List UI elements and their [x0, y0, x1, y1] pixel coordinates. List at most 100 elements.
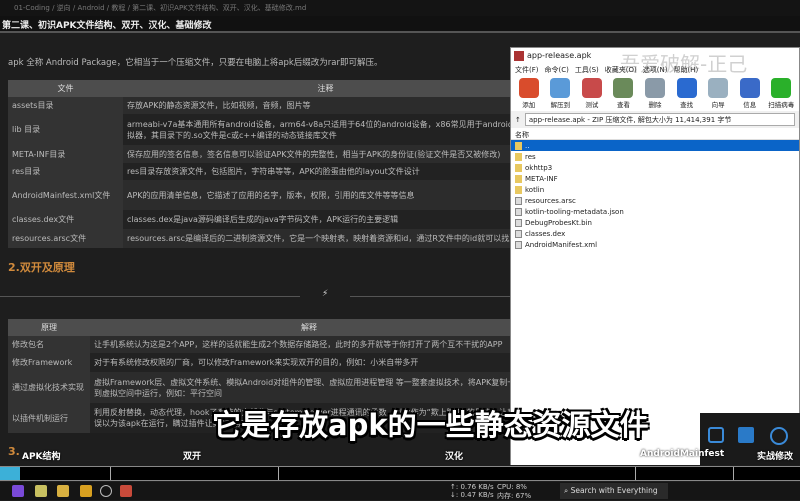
tool-label: 添加: [522, 101, 536, 109]
toolbar-button[interactable]: 查看: [610, 78, 638, 109]
toolbar-button[interactable]: 测试: [578, 78, 606, 109]
folder-icon[interactable]: [57, 485, 69, 497]
chapter-marker: [278, 467, 279, 480]
tool-label: 测试: [585, 101, 599, 109]
menu-item[interactable]: 文件(F): [515, 66, 539, 74]
chapter-marker: [733, 467, 734, 480]
tool-icon: [581, 78, 602, 98]
menu-item[interactable]: 命令(C): [545, 66, 569, 74]
tool-label: 查找: [680, 101, 694, 109]
up-arrow-icon[interactable]: ↑: [515, 116, 521, 124]
chapter-label[interactable]: 实战修改: [757, 449, 793, 462]
file-item[interactable]: kotlin: [511, 184, 799, 195]
cell-name: 修改包名: [8, 336, 90, 353]
winrar-icon: [514, 51, 524, 61]
column-header[interactable]: 解释: [90, 319, 528, 336]
cell-description: 虚拟Framework层、虚拟文件系统、模拟Android对组件的管理、虚拟应用…: [90, 372, 528, 403]
watermark: 吾爱破解-正己: [620, 52, 748, 76]
column-header-name[interactable]: 名称: [511, 128, 799, 140]
toolbar-button[interactable]: 删除: [641, 78, 669, 109]
cell-description: classes.dex是java源码编译后生成的java字节码文件，APK运行的…: [123, 210, 528, 229]
file-icon: [515, 240, 522, 249]
chapter-label[interactable]: AndroidMainfest: [640, 449, 724, 459]
tool-icon: [613, 78, 634, 98]
cell-name: AndroidMainfest.xml文件: [8, 180, 123, 210]
table-row: res目录 res目录存放资源文件，包括图片，字符串等等，APK的脸蛋由他的lay…: [8, 163, 528, 180]
folder-icon: [515, 185, 522, 194]
table-row: resources.arsc文件 resources.arsc是编译后的二进制资源…: [8, 229, 528, 248]
file-item[interactable]: res: [511, 151, 799, 162]
file-item[interactable]: AndroidManifest.xml: [511, 239, 799, 250]
folder-icon: [515, 174, 522, 183]
winrar-taskbar-icon[interactable]: [120, 485, 132, 497]
chapter-label[interactable]: 双开: [183, 449, 201, 462]
app-icon[interactable]: [12, 485, 24, 497]
file-name: AndroidManifest.xml: [525, 240, 598, 249]
toolbar-button[interactable]: 扫描病毒: [768, 78, 796, 109]
bolt-icon: ⚡: [322, 289, 329, 299]
table-row: lib 目录 armeabi-v7a基本通用所有android设备，arm64-v…: [8, 114, 528, 145]
toolbar: 添加 解压到 测试 查看 删除 查找 向导 信息 扫描病毒: [511, 76, 799, 111]
file-name: DebugProbesKt.bin: [525, 218, 592, 227]
file-item[interactable]: META-INF: [511, 173, 799, 184]
film-icon[interactable]: [770, 427, 788, 445]
search-box[interactable]: ⌕ Search with Everything: [560, 483, 668, 499]
cell-description: APK的应用清单信息，它描述了应用的名字，版本，权限，引用的库文件等等信息: [123, 180, 528, 210]
file-icon: [515, 218, 522, 227]
toolbar-button[interactable]: 查找: [673, 78, 701, 109]
toolbar-button[interactable]: 信息: [736, 78, 764, 109]
notepad-icon[interactable]: [35, 485, 47, 497]
divider: [0, 296, 300, 297]
cell-description: resources.arsc是编译后的二进制资源文件，它是一个映射表，映射着资源…: [123, 229, 528, 248]
cell-description: 保存应用的签名信息，签名信息可以验证APK文件的完整性，相当于APK的身份证(验…: [123, 145, 528, 163]
browser-icon[interactable]: [100, 485, 112, 497]
address-bar: ↑ app-release.apk - ZIP 压缩文件, 解包大小为 11,41…: [511, 111, 799, 128]
file-name: ..: [525, 141, 530, 150]
divider: [350, 296, 510, 297]
app-icon[interactable]: [80, 485, 92, 497]
toolbar-button[interactable]: 向导: [704, 78, 732, 109]
folder-icon: [515, 141, 522, 150]
search-icon: ⌕: [564, 486, 571, 495]
table-header: 文件 注释: [8, 80, 528, 97]
video-progress-bar[interactable]: [0, 466, 800, 481]
tool-label: 删除: [648, 101, 662, 109]
file-item[interactable]: okhttp3: [511, 162, 799, 173]
taskbar: ↑: 0.76 KB/s ↓: 0.47 KB/s CPU: 8% 内存: 67…: [0, 482, 800, 500]
column-header[interactable]: 文件: [8, 80, 123, 97]
cell-description: 存放APK的静态资源文件，比如视频，音频，图片等: [123, 97, 528, 114]
cell-name: 以插件机制运行: [8, 403, 90, 433]
tool-icon: [708, 78, 729, 98]
menu-item[interactable]: 工具(S): [575, 66, 599, 74]
file-item[interactable]: kotlin-tooling-metadata.json: [511, 206, 799, 217]
cell-name: META-INF目录: [8, 145, 123, 163]
column-header[interactable]: 注释: [123, 80, 528, 97]
file-item[interactable]: classes.dex: [511, 228, 799, 239]
breadcrumb: 01-Coding / 逆向 / Android / 教程 / 第二课、初识AP…: [0, 0, 800, 16]
file-item[interactable]: ..: [511, 140, 799, 151]
chapter-label[interactable]: APK结构: [22, 449, 61, 462]
table-row: 修改Framework 对于有系统修改权限的厂商，可以修改Framework来实现…: [8, 353, 528, 372]
cell-name: assets目录: [8, 97, 123, 114]
toolbar-button[interactable]: 添加: [515, 78, 543, 109]
intro-text: apk 全称 Android Package，它相当于一个压缩文件，只要在电脑上…: [8, 58, 383, 68]
file-icon: [515, 196, 522, 205]
edit-icon[interactable]: [708, 427, 724, 443]
book-icon[interactable]: [738, 427, 754, 443]
progress-fill: [0, 467, 20, 480]
table-row: META-INF目录 保存应用的签名信息，签名信息可以验证APK文件的完整性，相当…: [8, 145, 528, 163]
folder-icon: [515, 152, 522, 161]
cell-description: 让手机系统认为这是2个APP，这样的话就能生成2个数据存储路径，此时的多开就等于…: [90, 336, 528, 353]
toolbar-button[interactable]: 解压到: [547, 78, 575, 109]
address-field[interactable]: app-release.apk - ZIP 压缩文件, 解包大小为 11,414…: [524, 113, 795, 126]
file-item[interactable]: DebugProbesKt.bin: [511, 217, 799, 228]
tool-label: 向导: [711, 101, 725, 109]
column-header[interactable]: 原理: [8, 319, 90, 336]
chapter-label[interactable]: 汉化: [445, 449, 463, 462]
tool-icon: [676, 78, 697, 98]
cell-name: lib 目录: [8, 114, 123, 145]
file-name: resources.arsc: [525, 196, 576, 205]
cell-name: 通过虚拟化技术实现: [8, 372, 90, 403]
file-item[interactable]: resources.arsc: [511, 195, 799, 206]
table-row: 修改包名 让手机系统认为这是2个APP，这样的话就能生成2个数据存储路径，此时的多…: [8, 336, 528, 353]
